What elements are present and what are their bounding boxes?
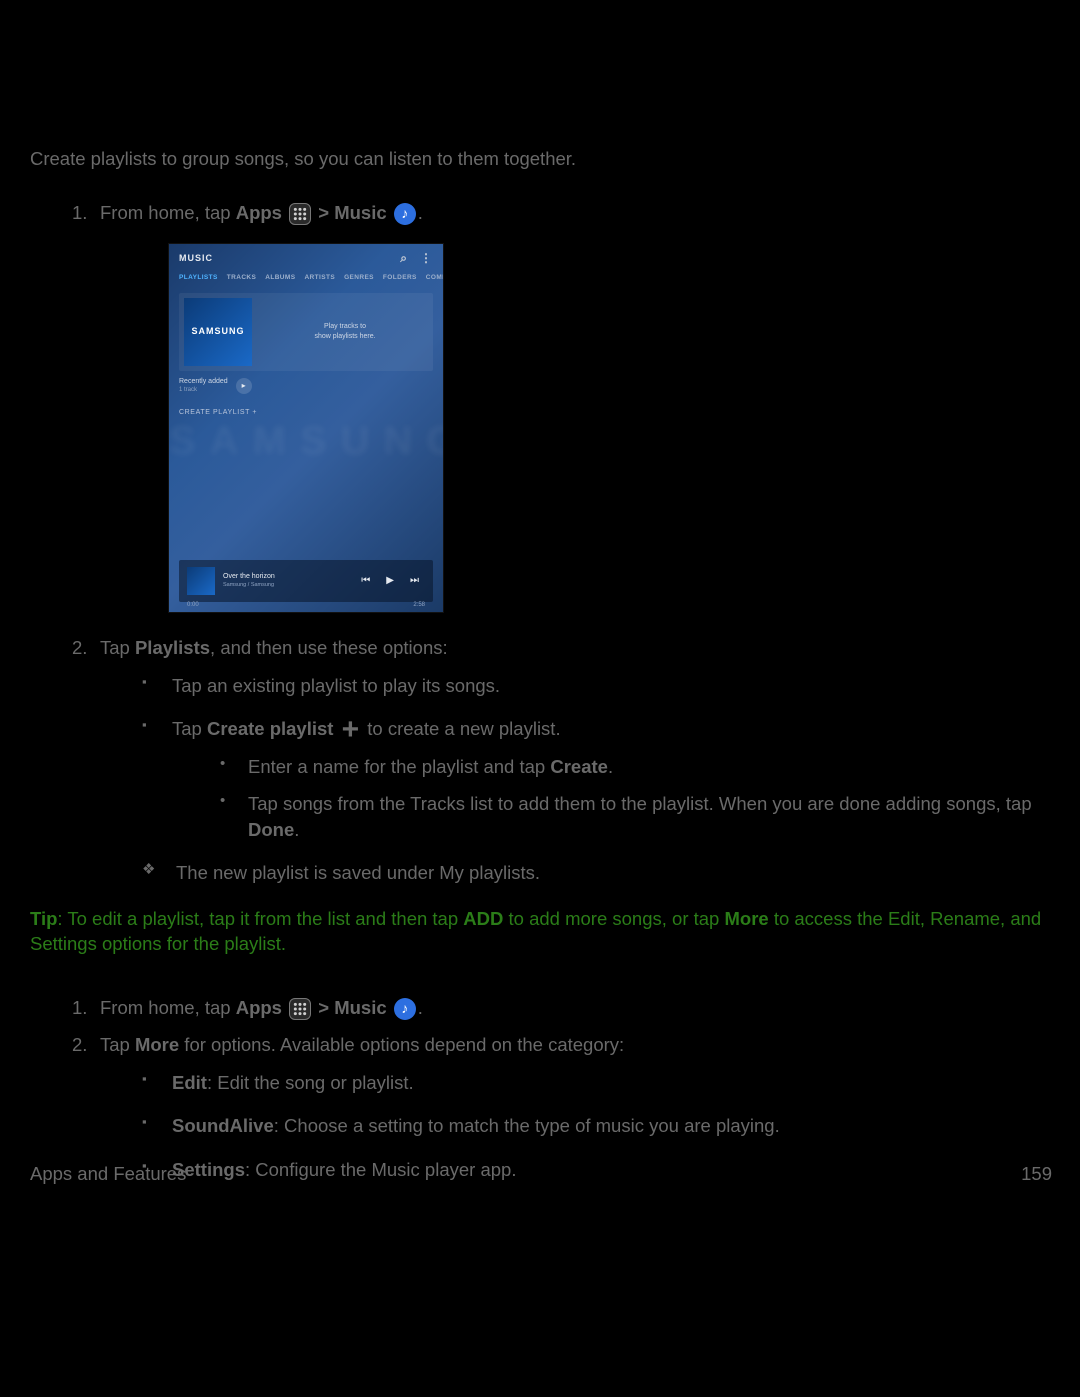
step2-bullet-2: Tap Create playlist + to create a new pl… xyxy=(142,716,1050,842)
tip-a: : To edit a playlist, tap it from the li… xyxy=(57,908,463,929)
s2d2-b: . xyxy=(294,819,299,840)
tab-playlists: PLAYLISTS xyxy=(179,274,218,283)
plus-icon: + xyxy=(342,721,360,739)
play-icon: ▶ xyxy=(386,574,394,588)
step2-diamond: The new playlist is saved under My playl… xyxy=(142,860,1050,886)
music-app-screenshot: MUSIC ⌕ ⋮ PLAYLISTS TRACKS ALBUMS ARTISTS… xyxy=(168,243,444,613)
menu-icon: ⋮ xyxy=(420,250,433,267)
footer-page-number: 159 xyxy=(1021,1161,1052,1187)
shot-now-sub: Samsung / Samsung xyxy=(223,582,361,590)
intro-text: Create playlists to group songs, so you … xyxy=(30,146,1050,172)
sec2-step-1: 1. From home, tap Apps > Music ♪. xyxy=(72,995,1050,1021)
tab-folders: FOLDERS xyxy=(383,274,417,283)
shot-player-bar: Over the horizon Samsung / Samsung ⏮ ▶ ⏭ xyxy=(179,560,433,602)
opt-sa-t: : Choose a setting to match the type of … xyxy=(274,1115,780,1136)
step2-sub-1: Enter a name for the playlist and tap Cr… xyxy=(220,754,1050,780)
shot-time-start: 0:00 xyxy=(187,601,199,609)
step-1: 1. From home, tap Apps > Music ♪. MUSIC … xyxy=(72,200,1050,614)
s2d1-a: Enter a name for the playlist and tap xyxy=(248,756,550,777)
step2-a: Tap xyxy=(100,637,135,658)
shot-tabs: PLAYLISTS TRACKS ALBUMS ARTISTS GENRES F… xyxy=(169,271,443,289)
shot-player-thumb xyxy=(187,567,215,595)
sec2-tail: . xyxy=(418,997,423,1018)
apps-label: Apps xyxy=(236,202,282,223)
shot-play-icon: ▸ xyxy=(236,378,252,394)
tip-paragraph: Tip: To edit a playlist, tap it from the… xyxy=(30,906,1050,957)
music-icon: ♪ xyxy=(394,998,416,1020)
shot-bg-watermark: SAMSUNG xyxy=(169,414,443,469)
footer-section: Apps and Features xyxy=(30,1161,186,1187)
tip-add: ADD xyxy=(463,908,503,929)
shot-recent-sub: 1 track xyxy=(179,386,228,394)
step1-prefix: From home, tap xyxy=(100,202,236,223)
tab-artists: ARTISTS xyxy=(304,274,335,283)
shot-panel-line1: Play tracks to xyxy=(257,322,433,331)
opt-sa-b: SoundAlive xyxy=(172,1115,274,1136)
search-icon: ⌕ xyxy=(400,250,408,267)
opt-edit-b: Edit xyxy=(172,1072,207,1093)
shot-time-end: 2:58 xyxy=(413,601,425,609)
sec2-music-label: Music xyxy=(334,997,386,1018)
sec2-apps-label: Apps xyxy=(236,997,282,1018)
opt-soundalive: SoundAlive: Choose a setting to match th… xyxy=(142,1113,1050,1139)
opt-edit: Edit: Edit the song or playlist. xyxy=(142,1070,1050,1096)
s2d2-a: Tap songs from the Tracks list to add th… xyxy=(248,793,1032,814)
shot-album-art: SAMSUNG xyxy=(184,298,252,366)
step2-bullet-1: Tap an existing playlist to play its son… xyxy=(142,673,1050,699)
tab-tracks: TRACKS xyxy=(227,274,256,283)
step1-tail: . xyxy=(418,202,423,223)
tab-composers: COMPOSERS xyxy=(426,274,444,283)
step2-sub-2: Tap songs from the Tracks list to add th… xyxy=(220,791,1050,842)
prev-icon: ⏮ xyxy=(361,574,370,588)
step2-bold: Playlists xyxy=(135,637,210,658)
shot-now-title: Over the horizon xyxy=(223,572,361,582)
apps-icon xyxy=(289,203,311,225)
tab-genres: GENRES xyxy=(344,274,374,283)
opt-edit-t: : Edit the song or playlist. xyxy=(207,1072,414,1093)
s2d1-b: . xyxy=(608,756,613,777)
sec2-s1-prefix: From home, tap xyxy=(100,997,236,1018)
music-label: Music xyxy=(334,202,386,223)
sec2-s2-bold: More xyxy=(135,1034,179,1055)
tip-more: More xyxy=(724,908,768,929)
step1-sep: > xyxy=(318,202,334,223)
s2d1-bold: Create xyxy=(550,756,608,777)
sec2-step-2: 2. Tap More for options. Available optio… xyxy=(72,1032,1050,1182)
shot-recent-title: Recently added xyxy=(179,377,228,387)
tab-albums: ALBUMS xyxy=(265,274,295,283)
sec2-sep: > xyxy=(318,997,334,1018)
s2b2-a: Tap xyxy=(172,718,207,739)
apps-icon xyxy=(289,998,311,1020)
s2d2-bold: Done xyxy=(248,819,294,840)
shot-panel-line2: show playlists here. xyxy=(257,332,433,341)
s2b2-b: to create a new playlist. xyxy=(362,718,560,739)
s2b2-bold: Create playlist xyxy=(207,718,333,739)
page-footer: Apps and Features 159 xyxy=(30,1161,1052,1187)
step2-b: , and then use these options: xyxy=(210,637,448,658)
sec2-s2-b: for options. Available options depend on… xyxy=(179,1034,624,1055)
tip-label: Tip xyxy=(30,908,57,929)
music-icon: ♪ xyxy=(394,203,416,225)
shot-title: MUSIC xyxy=(179,252,213,264)
sec2-s2-a: Tap xyxy=(100,1034,135,1055)
step-2: 2. Tap Playlists, and then use these opt… xyxy=(72,635,1050,842)
tip-b: to add more songs, or tap xyxy=(503,908,724,929)
next-icon: ⏭ xyxy=(410,574,419,588)
